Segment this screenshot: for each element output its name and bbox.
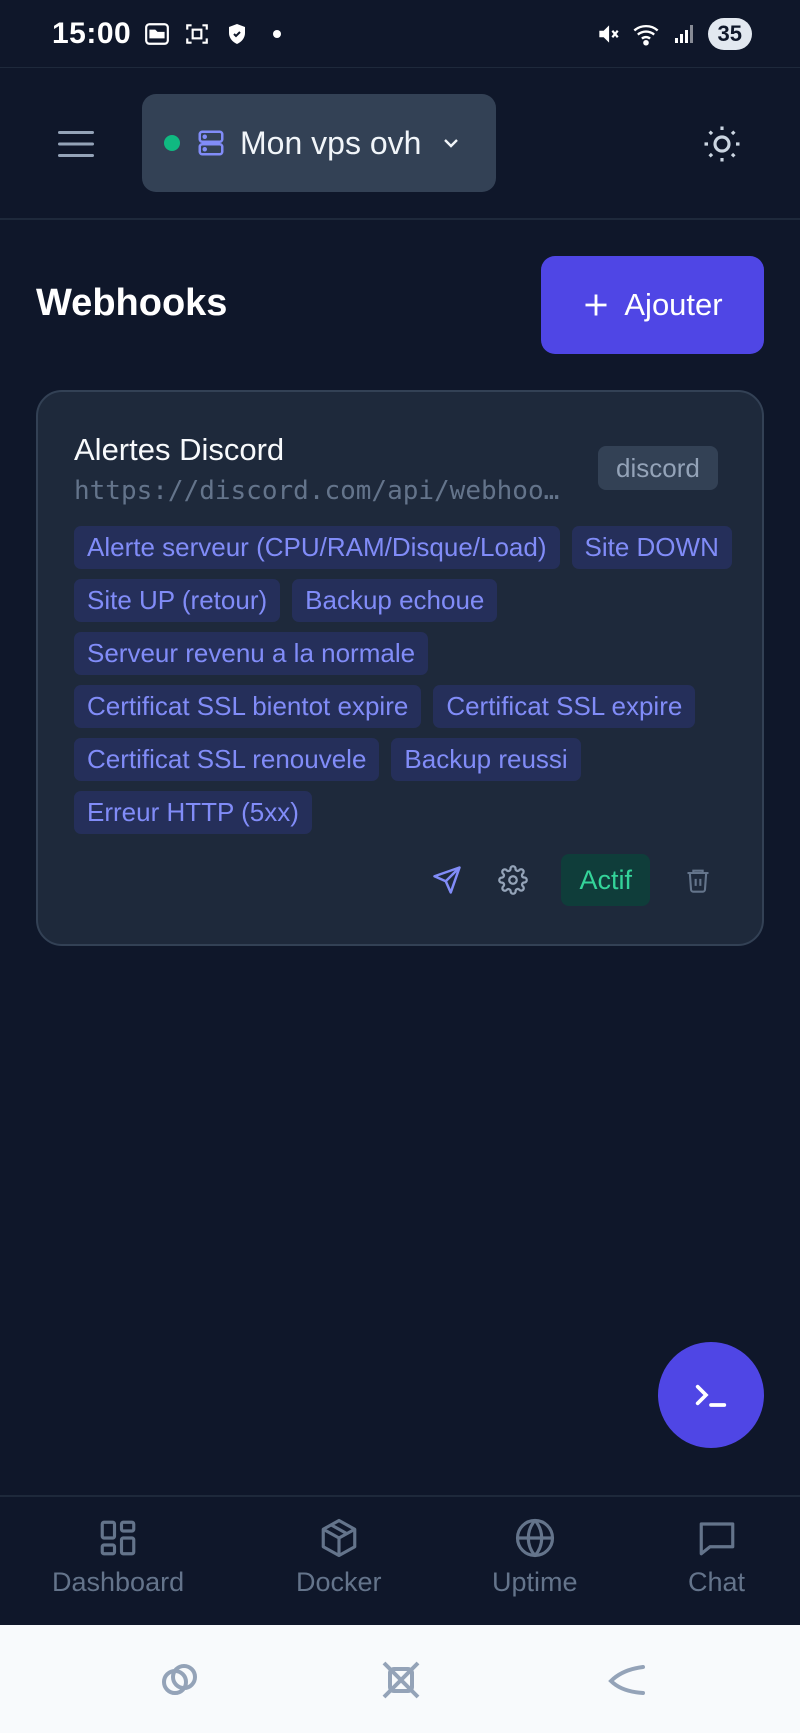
event-tag: Alerte serveur (CPU/RAM/Disque/Load) xyxy=(74,526,560,569)
status-time: 15:00 xyxy=(52,16,132,50)
server-icon xyxy=(198,130,224,156)
server-name: Mon vps ovh xyxy=(240,124,422,161)
box-icon xyxy=(321,1518,357,1558)
terminal-icon xyxy=(695,1384,727,1407)
battery-indicator: 35 xyxy=(707,17,752,50)
event-tags: Alerte serveur (CPU/RAM/Disque/Load) Sit… xyxy=(74,526,734,834)
nav-item-uptime[interactable]: Uptime xyxy=(492,1517,578,1598)
event-tag: Certificat SSL expire xyxy=(433,685,696,728)
status-left: 15:00 xyxy=(52,16,282,51)
event-tag: Certificat SSL bientot expire xyxy=(74,685,422,728)
webhook-name: Alertes Discord xyxy=(74,432,285,467)
menu-button[interactable] xyxy=(56,124,96,164)
add-button-label: Ajouter xyxy=(624,287,723,322)
event-tag: Site UP (retour) xyxy=(74,579,281,622)
mute-icon xyxy=(594,20,622,48)
webhook-card: Alertes Discord https://discord.com/api/… xyxy=(36,390,764,946)
event-tag: Serveur revenu a la normale xyxy=(74,632,429,675)
recents-icon xyxy=(162,1664,197,1695)
status-right: 35 xyxy=(594,17,752,50)
home-button[interactable] xyxy=(376,1655,426,1705)
bottom-nav: Dashboard Docker Uptime Chat xyxy=(0,1495,800,1625)
home-icon xyxy=(382,1661,420,1699)
page-title: Webhooks xyxy=(36,282,228,324)
sun-icon xyxy=(704,126,740,162)
card-actions: Actif xyxy=(429,854,716,906)
system-nav-bar xyxy=(0,1625,800,1733)
delete-button[interactable] xyxy=(680,862,716,898)
globe-icon xyxy=(515,1518,554,1558)
nav-label: Uptime xyxy=(492,1567,578,1597)
nav-item-dashboard[interactable]: Dashboard xyxy=(52,1517,184,1598)
event-tag: Backup echoue xyxy=(292,579,498,622)
chat-icon xyxy=(699,1522,734,1556)
notification-dot-icon xyxy=(273,29,282,38)
nav-label: Docker xyxy=(296,1567,382,1597)
nav-label: Dashboard xyxy=(52,1567,185,1597)
test-send-button[interactable] xyxy=(429,862,465,898)
recent-apps-button[interactable] xyxy=(155,1655,205,1705)
back-icon xyxy=(608,1665,645,1695)
settings-button[interactable] xyxy=(495,862,531,898)
send-icon xyxy=(433,866,462,894)
add-webhook-button[interactable]: Ajouter xyxy=(541,256,764,354)
chevron-down-icon xyxy=(444,139,459,148)
webhook-type-badge: discord xyxy=(598,446,718,490)
shield-icon xyxy=(223,20,251,48)
nav-label: Chat xyxy=(688,1567,746,1597)
terminal-fab-button[interactable] xyxy=(658,1342,764,1448)
hamburger-icon xyxy=(58,131,94,157)
nav-item-chat[interactable]: Chat xyxy=(688,1517,745,1598)
event-tag: Erreur HTTP (5xx) xyxy=(74,791,312,834)
back-button[interactable] xyxy=(603,1655,653,1705)
server-status-dot xyxy=(164,135,180,151)
screenshot-icon xyxy=(183,20,211,48)
event-tag: Site DOWN xyxy=(571,526,732,569)
event-tag: Backup reussi xyxy=(391,738,581,781)
app-header: Mon vps ovh xyxy=(0,68,800,220)
webhook-url: https://discord.com/api/webhoo… xyxy=(74,476,560,506)
server-selector[interactable]: Mon vps ovh xyxy=(142,94,496,192)
plus-icon xyxy=(585,294,607,316)
wifi-icon xyxy=(632,20,660,48)
grid-icon xyxy=(100,1520,136,1556)
theme-toggle-button[interactable] xyxy=(700,122,744,166)
nav-item-docker[interactable]: Docker xyxy=(296,1517,382,1598)
event-tag: Certificat SSL renouvele xyxy=(74,738,380,781)
active-status-toggle[interactable]: Actif xyxy=(561,854,650,906)
trash-icon xyxy=(687,869,709,893)
status-bar: 15:00 35 xyxy=(0,0,800,68)
folder-icon xyxy=(143,20,171,48)
gear-icon xyxy=(498,865,529,895)
signal-icon xyxy=(670,20,698,48)
